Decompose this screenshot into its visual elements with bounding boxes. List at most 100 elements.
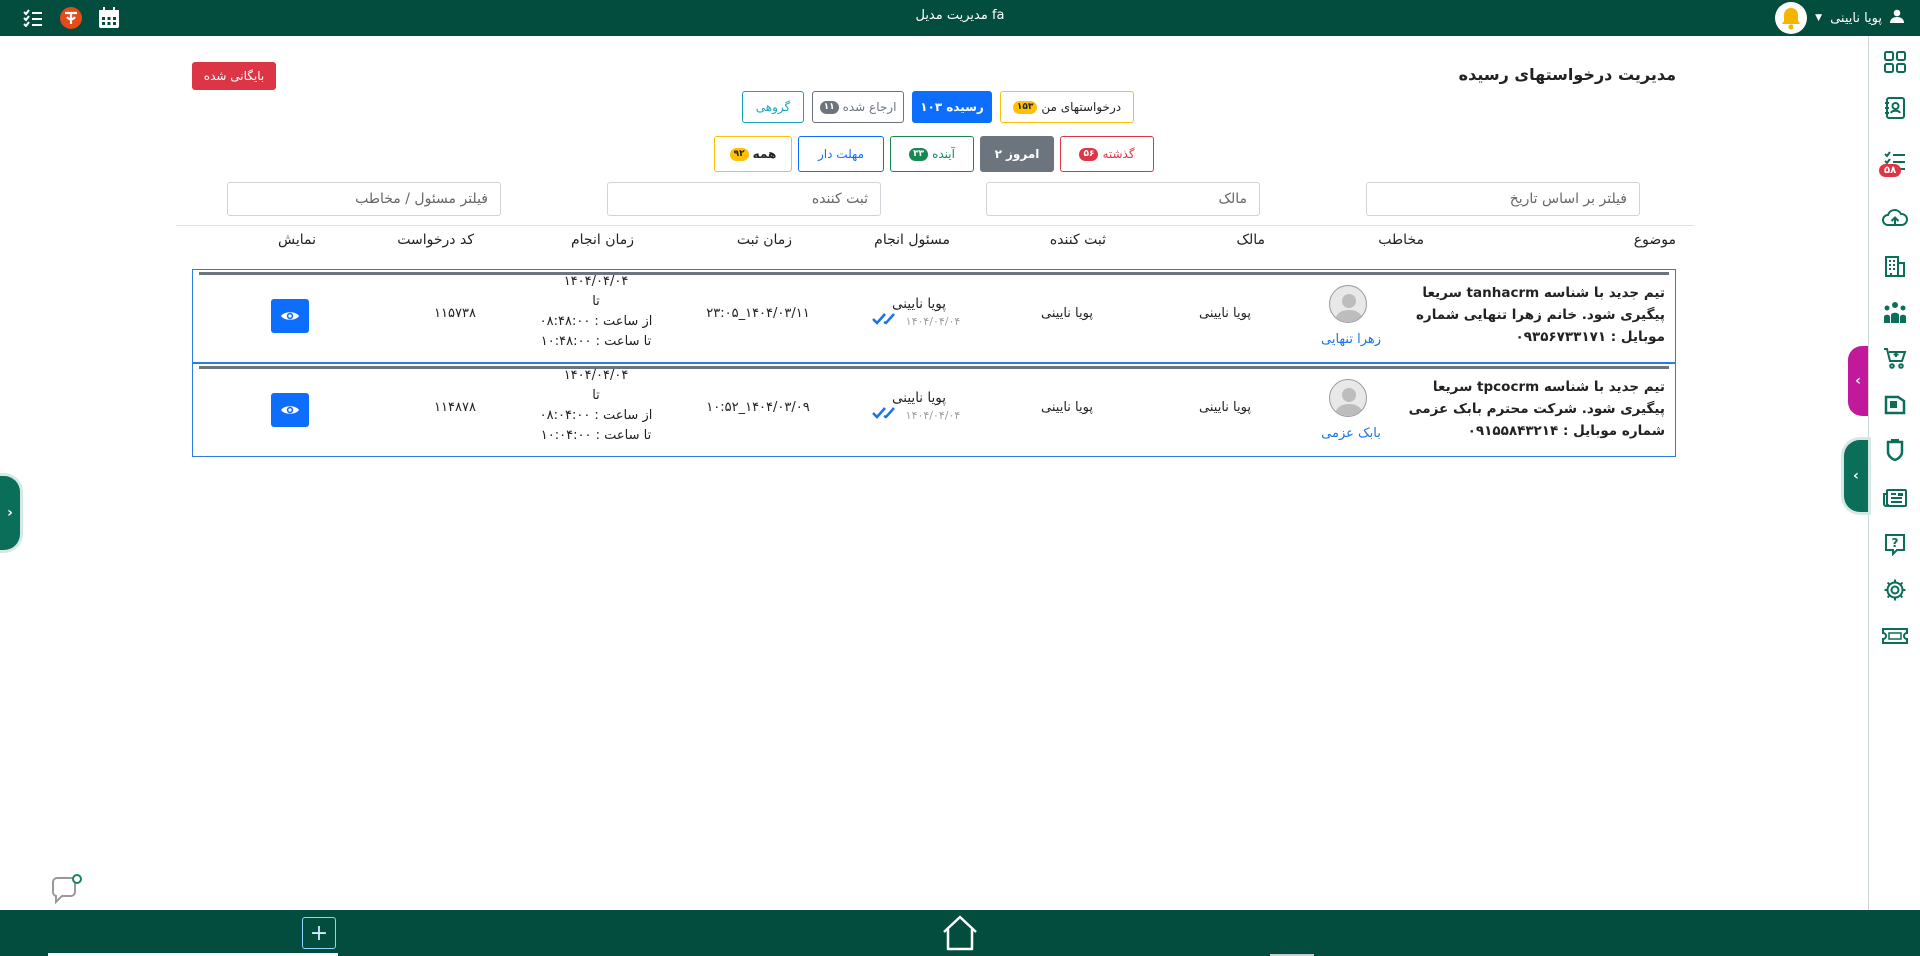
creator-filter-input[interactable] — [607, 182, 881, 216]
row-due-time: ۱۴۰۴/۰۴/۰۴ تا از ساعت : ۰۸:۰۴:۰۰ تا ساعت… — [539, 368, 653, 443]
tab-received-count: ۱۰۳ — [920, 100, 943, 114]
shield-icon[interactable] — [1881, 436, 1909, 464]
tab-my-requests-label: درخواستهای من — [1041, 100, 1122, 114]
right-side-tab-green[interactable]: ‹ — [1844, 440, 1868, 512]
eye-icon — [281, 312, 299, 320]
row-responsible-name: پویا نایینی — [892, 296, 946, 312]
row-request-code: ۱۱۵۷۳۸ — [434, 306, 476, 321]
contacts-book-icon[interactable] — [1881, 94, 1909, 122]
header-responsible: مسئول انجام — [874, 232, 950, 248]
view-button[interactable] — [271, 393, 309, 427]
settings-icon[interactable] — [1881, 576, 1909, 604]
header-created-at: زمان ثبت — [736, 232, 792, 248]
row-audience[interactable]: زهرا تنهایی — [1321, 332, 1381, 347]
tab-upcoming[interactable]: آینده ۳۳ — [890, 136, 974, 172]
dashboard-grid-icon[interactable] — [1881, 48, 1909, 76]
row-audience[interactable]: بابک عزمی — [1321, 426, 1381, 441]
row-responsible: پویا نایینی ۱۴۰۴/۰۴/۰۴ — [859, 296, 979, 330]
archived-button[interactable]: بایگانی شده — [192, 62, 276, 90]
header-request-code: کد درخواست — [397, 232, 474, 248]
double-check-icon — [871, 406, 900, 424]
tab-today[interactable]: امروز ۲ — [980, 136, 1054, 172]
help-icon[interactable]: ? — [1881, 530, 1909, 558]
row-owner: پویا نایینی — [1199, 306, 1251, 321]
row-created-at: ۱۴۰۴/۰۳/۰۹_۱۰:۵۲ — [706, 400, 810, 415]
header-audience: مخاطب — [1378, 232, 1424, 248]
row-creator: پویا نایینی — [1041, 306, 1093, 321]
header-subject: موضوع — [1633, 232, 1676, 248]
row-subject: تیم جدید با شناسه tpcocrm سریعا پیگیری ش… — [1408, 379, 1665, 439]
eye-icon — [281, 406, 299, 414]
news-icon[interactable] — [1881, 484, 1909, 512]
notification-badge: ۵۸ — [1879, 164, 1902, 177]
top-bar: مدیریت مدیل fa پویا نایینی ▼ — [0, 0, 1920, 36]
date-filter-input[interactable] — [1366, 182, 1640, 216]
bottom-bar: + — [0, 910, 1920, 956]
tab-deadline[interactable]: مهلت دار — [798, 136, 884, 172]
tab-all-label: همه — [752, 147, 777, 161]
tab-group[interactable]: گروهی — [742, 91, 804, 123]
team-icon[interactable] — [1881, 298, 1909, 326]
tab-referred-count: ۱۱ — [819, 100, 839, 114]
tab-upcoming-label: آینده — [932, 147, 955, 161]
header-creator: ثبت کننده — [1049, 232, 1106, 248]
tab-referred[interactable]: ارجاع شده ۱۱ — [812, 91, 904, 123]
row-responsible-date: ۱۴۰۴/۰۴/۰۴ — [905, 314, 961, 328]
cart-icon[interactable] — [1881, 344, 1909, 372]
tab-all-count: ۹۲ — [729, 147, 749, 161]
row-owner: پویا نایینی — [1199, 400, 1251, 415]
double-check-icon — [871, 312, 900, 330]
add-button[interactable]: + — [302, 917, 336, 949]
tab-past[interactable]: گذشته ۵۶ — [1060, 136, 1154, 172]
app-title: مدیریت مدیل fa — [915, 8, 1005, 23]
row-divider — [199, 366, 1669, 369]
tab-received[interactable]: رسیده ۱۰۳ — [912, 91, 992, 123]
home-icon[interactable] — [940, 914, 980, 952]
avatar — [1329, 379, 1367, 417]
table-row[interactable]: تیم جدید با شناسه tanhacrm سریعا پیگیری … — [192, 269, 1676, 363]
row-creator: پویا نایینی — [1041, 400, 1093, 415]
row-responsible-date: ۱۴۰۴/۰۴/۰۴ — [905, 408, 961, 422]
tab-group-label: گروهی — [755, 100, 791, 114]
svg-text:?: ? — [1892, 536, 1899, 550]
bell-icon[interactable] — [1775, 2, 1808, 34]
tab-all[interactable]: همه ۹۲ — [714, 136, 792, 172]
task-list-icon[interactable]: ۵۸ — [1879, 148, 1909, 177]
tab-today-count: ۲ — [994, 147, 1002, 161]
responsible-filter-input[interactable] — [227, 182, 501, 216]
right-side-tab-pink[interactable]: ‹ — [1848, 346, 1868, 416]
owner-filter-input[interactable] — [986, 182, 1260, 216]
row-responsible: پویا نایینی ۱۴۰۴/۰۴/۰۴ — [859, 390, 979, 424]
cloud-upload-icon[interactable] — [1881, 204, 1909, 232]
product-box-icon[interactable] — [1881, 390, 1909, 418]
user-name[interactable]: پویا نایینی — [1830, 11, 1882, 26]
page-title: مدیریت درخواستهای رسیده — [1458, 65, 1676, 84]
building-icon[interactable] — [1881, 252, 1909, 280]
user-icon — [1890, 9, 1904, 27]
row-created-at: ۱۴۰۴/۰۳/۱۱_۲۳:۰۵ — [706, 306, 810, 321]
row-due-time: ۱۴۰۴/۰۴/۰۴ تا از ساعت : ۰۸:۴۸:۰۰ تا ساعت… — [539, 274, 653, 349]
header-due-time: زمان انجام — [570, 232, 634, 248]
header-owner: مالک — [1236, 232, 1265, 248]
tab-upcoming-count: ۳۳ — [909, 147, 929, 161]
ticket-icon[interactable] — [1881, 622, 1909, 650]
tab-past-label: گذشته — [1102, 147, 1135, 161]
row-divider — [199, 272, 1669, 275]
table-header-divider — [176, 225, 1694, 226]
tab-deadline-label: مهلت دار — [818, 147, 865, 161]
user-menu[interactable]: پویا نایینی ▼ — [1775, 2, 1904, 34]
table-row[interactable]: تیم جدید با شناسه tpcocrm سریعا پیگیری ش… — [192, 363, 1676, 457]
left-side-tab[interactable]: › — [0, 476, 20, 550]
tab-today-label: امروز — [1005, 147, 1040, 161]
tab-received-label: رسیده — [946, 100, 984, 114]
right-sidebar: ۵۸ ? — [1868, 36, 1920, 910]
chevron-down-icon[interactable]: ▼ — [1815, 13, 1822, 23]
row-subject: تیم جدید با شناسه tanhacrm سریعا پیگیری … — [1415, 285, 1665, 345]
tab-past-count: ۵۶ — [1079, 147, 1099, 161]
header-view: نمایش — [277, 232, 316, 248]
chat-icon[interactable] — [50, 874, 84, 908]
tab-referred-label: ارجاع شده — [842, 100, 897, 114]
tab-my-requests[interactable]: درخواستهای من ۱۵۳ — [1000, 91, 1134, 123]
view-button[interactable] — [271, 299, 309, 333]
tab-my-requests-count: ۱۵۳ — [1012, 100, 1038, 114]
